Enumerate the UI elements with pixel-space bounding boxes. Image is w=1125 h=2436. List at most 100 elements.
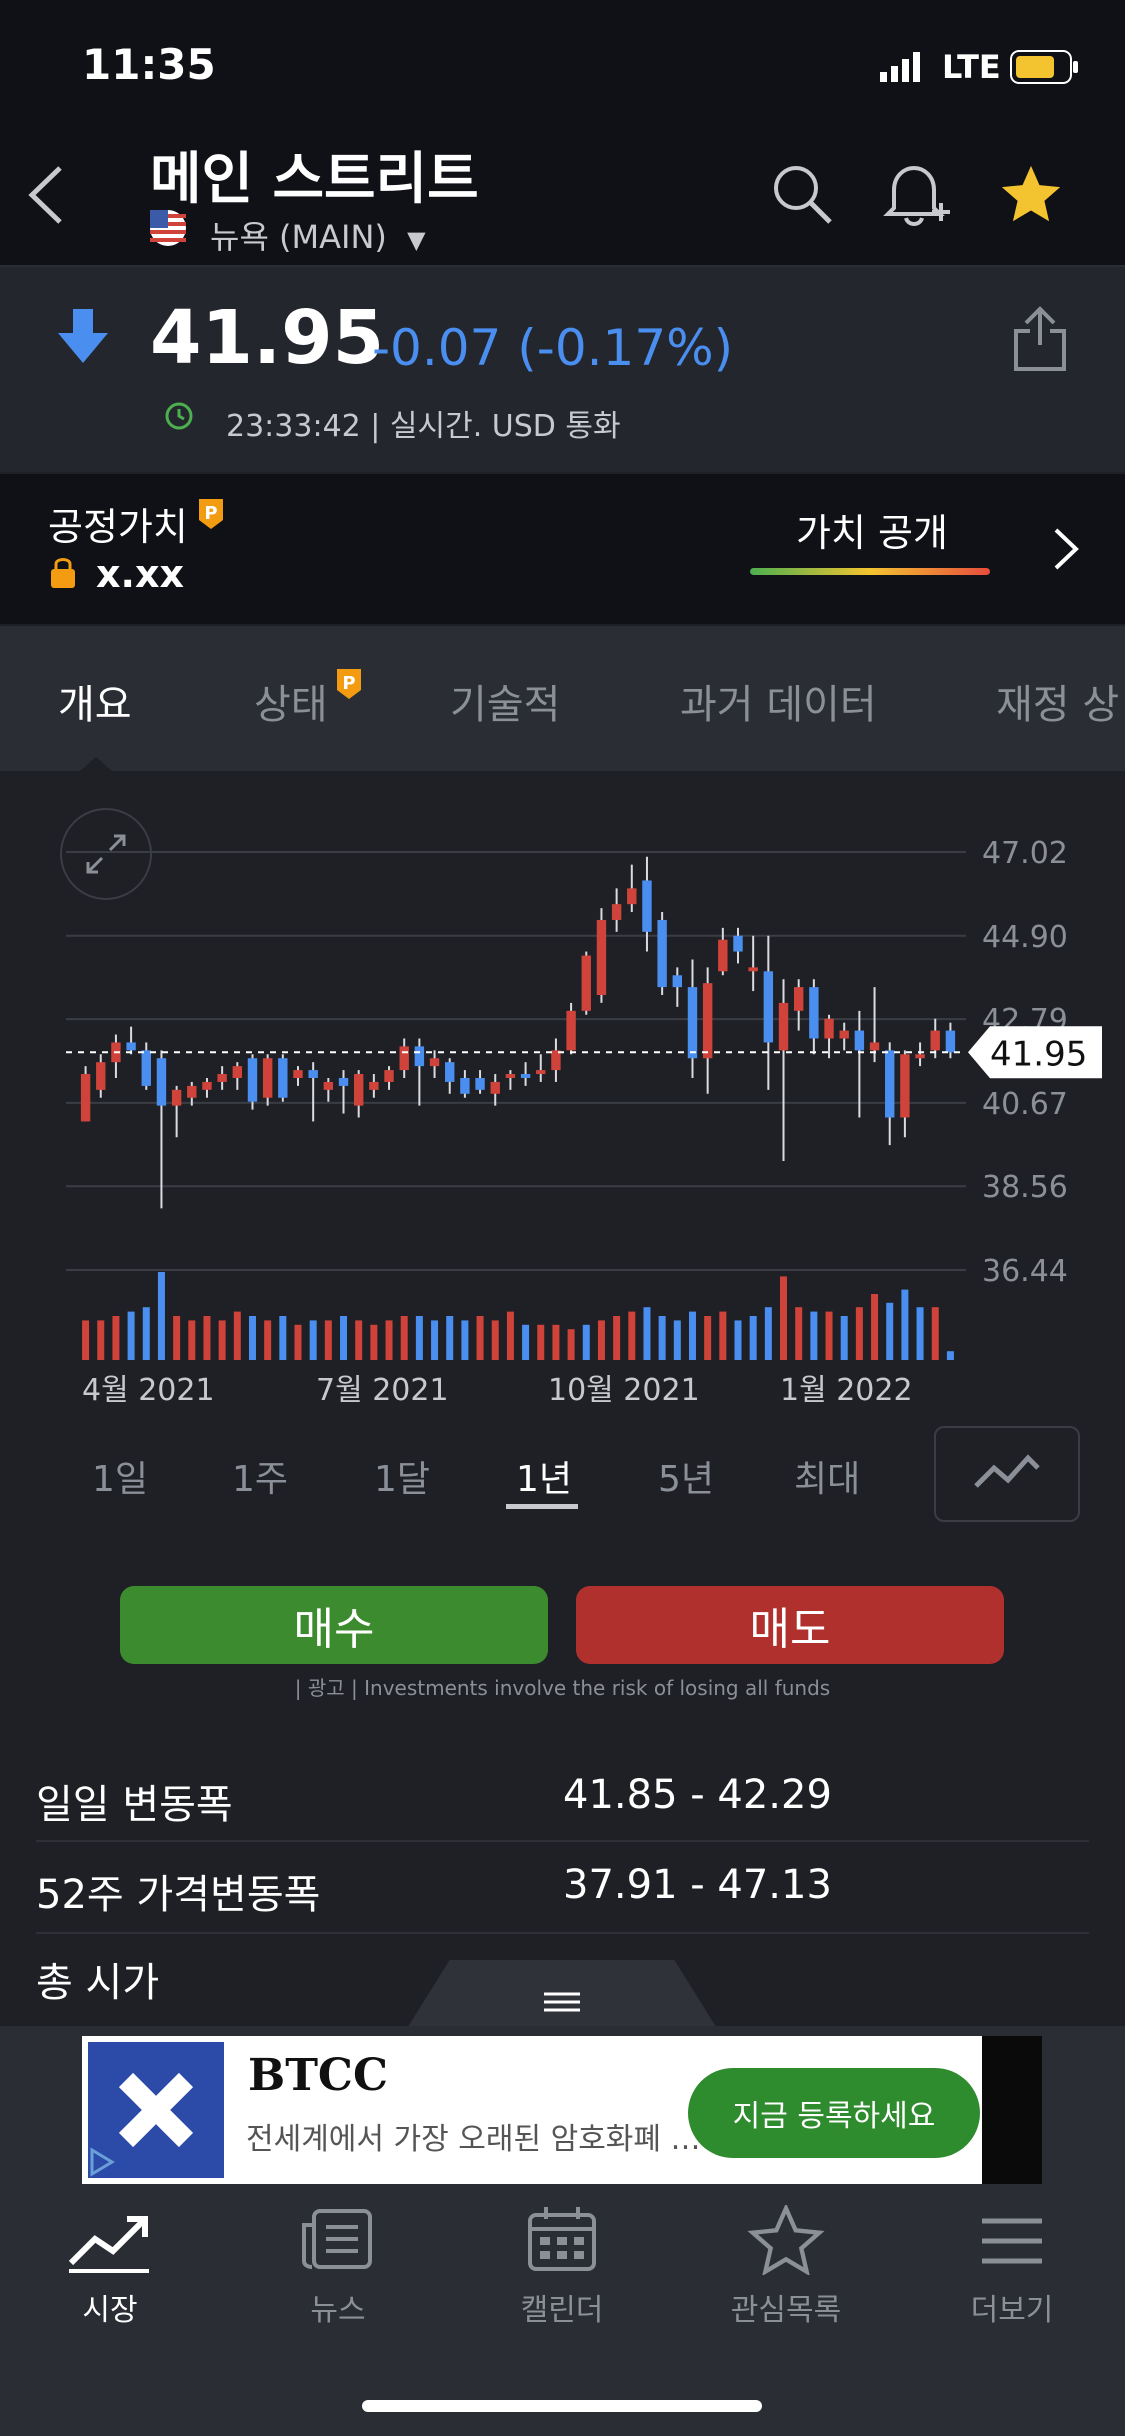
price-chart[interactable]: 47.0244.9042.7940.6738.5636.444월 2021 7월 … [0, 0, 1125, 1430]
volume-bar [446, 1316, 454, 1360]
y-tick-label: 38.56 [982, 1170, 1068, 1205]
candle-body [809, 987, 819, 1039]
range-5y[interactable]: 5년 [658, 1450, 714, 1502]
volume-bar [840, 1316, 848, 1360]
y-tick-label: 36.44 [982, 1254, 1068, 1289]
divider [36, 1932, 1089, 1934]
candle-body [885, 1050, 895, 1118]
candle-body [581, 955, 591, 1011]
nav-news[interactable]: 뉴스 [258, 2205, 418, 2329]
range-1m[interactable]: 1달 [374, 1450, 430, 1502]
volume-bar [613, 1316, 621, 1360]
candle-body [171, 1089, 182, 1106]
candle-body [611, 904, 622, 920]
volume-bar [400, 1316, 408, 1360]
volume-bar [673, 1320, 681, 1360]
candle-body [202, 1081, 212, 1090]
candle-body [126, 1042, 136, 1051]
volume-bar [704, 1316, 712, 1360]
volume-bar [901, 1289, 909, 1360]
candle-body [323, 1081, 334, 1090]
candle-body [854, 1030, 865, 1051]
volume-bar [340, 1316, 348, 1360]
volume-bar [855, 1307, 863, 1360]
ad-cta-button[interactable]: 지금 등록하세요 [688, 2068, 980, 2158]
sell-button[interactable]: 매도 [576, 1586, 1004, 1664]
range-1w[interactable]: 1주 [232, 1450, 288, 1502]
buy-button[interactable]: 매수 [120, 1586, 548, 1664]
volume-bar [734, 1320, 742, 1360]
candle-body [869, 1042, 880, 1051]
volume-bar [643, 1307, 651, 1360]
candle-body [672, 975, 683, 988]
candle-body [475, 1077, 485, 1090]
candle-body [156, 1058, 167, 1106]
range-1d[interactable]: 1일 [92, 1450, 148, 1502]
star-outline-icon [747, 2202, 825, 2277]
range-max[interactable]: 최대 [794, 1450, 860, 1502]
candle-body [247, 1058, 258, 1102]
volume-bar [506, 1311, 514, 1360]
candle-body [353, 1074, 364, 1106]
chart-type-icon[interactable] [934, 1426, 1080, 1522]
stat-label: 52주 가격변동폭 [36, 1872, 321, 1918]
stat-value: 37.91 - 47.13 [563, 1862, 832, 1908]
candle-body [338, 1077, 349, 1086]
divider [36, 1840, 1089, 1842]
nav-calendar[interactable]: 캘린더 [482, 2205, 642, 2329]
candle-body [490, 1081, 500, 1094]
ad-banner[interactable]: BTCC 전세계에서 가장 오래된 암호화폐 … 지금 등록하세요 [82, 2036, 1042, 2184]
candle-body [915, 1054, 925, 1059]
volume-bar [461, 1320, 469, 1360]
volume-bar [127, 1311, 135, 1360]
candle-body [657, 919, 667, 988]
candle-body [536, 1070, 546, 1075]
nav-markets[interactable]: 시장 [30, 2205, 190, 2329]
x-axis-label: 4월 2021 [82, 1373, 215, 1408]
adchoices-icon[interactable] [86, 2146, 118, 2178]
current-price-label: 41.95 [990, 1034, 1087, 1074]
candle-body [945, 1030, 956, 1053]
y-tick-label: 40.67 [982, 1087, 1068, 1122]
candle-body [702, 983, 713, 1059]
candle-body [217, 1074, 227, 1082]
x-axis-label: 10월 2021 [548, 1373, 700, 1408]
candle-body [96, 1062, 106, 1090]
volume-bar [355, 1320, 363, 1360]
news-icon [302, 2209, 372, 2269]
candle-body [824, 1018, 834, 1039]
volume-bar [203, 1316, 211, 1360]
candle-body [384, 1070, 394, 1082]
volume-bar [431, 1320, 439, 1360]
candle-body [232, 1066, 243, 1078]
range-1y[interactable]: 1년 [516, 1450, 572, 1502]
volume-bar [142, 1307, 150, 1360]
market-chart-icon [68, 2216, 149, 2273]
candle-body [80, 1074, 91, 1122]
volume-bar [719, 1311, 727, 1360]
range-indicator [506, 1504, 578, 1509]
nav-watchlist[interactable]: 관심목록 [706, 2202, 866, 2329]
nav-label: 뉴스 [310, 2293, 366, 2328]
volume-bar [810, 1311, 818, 1360]
volume-bar [233, 1311, 241, 1360]
volume-bar [522, 1324, 530, 1360]
ad-disclaimer: | 광고 | Investments involve the risk of l… [294, 1676, 831, 1700]
nav-label: 캘린더 [520, 2293, 604, 2328]
volume-bar [764, 1307, 772, 1360]
ad-brand: BTCC [248, 2050, 388, 2101]
volume-bar [658, 1316, 666, 1360]
volume-bar [537, 1324, 545, 1360]
nav-more[interactable]: 더보기 [932, 2205, 1092, 2329]
candle-body [718, 939, 728, 972]
candle-body [733, 935, 743, 952]
volume-bar [294, 1324, 302, 1360]
y-tick-label: 47.02 [982, 836, 1068, 871]
candle-body [141, 1050, 151, 1086]
volume-bar [218, 1320, 226, 1360]
volume-bar [795, 1307, 803, 1360]
volume-bar [825, 1311, 833, 1360]
home-indicator [362, 2400, 762, 2412]
drawer-handle[interactable] [406, 1960, 718, 2030]
candle-body [748, 967, 758, 972]
